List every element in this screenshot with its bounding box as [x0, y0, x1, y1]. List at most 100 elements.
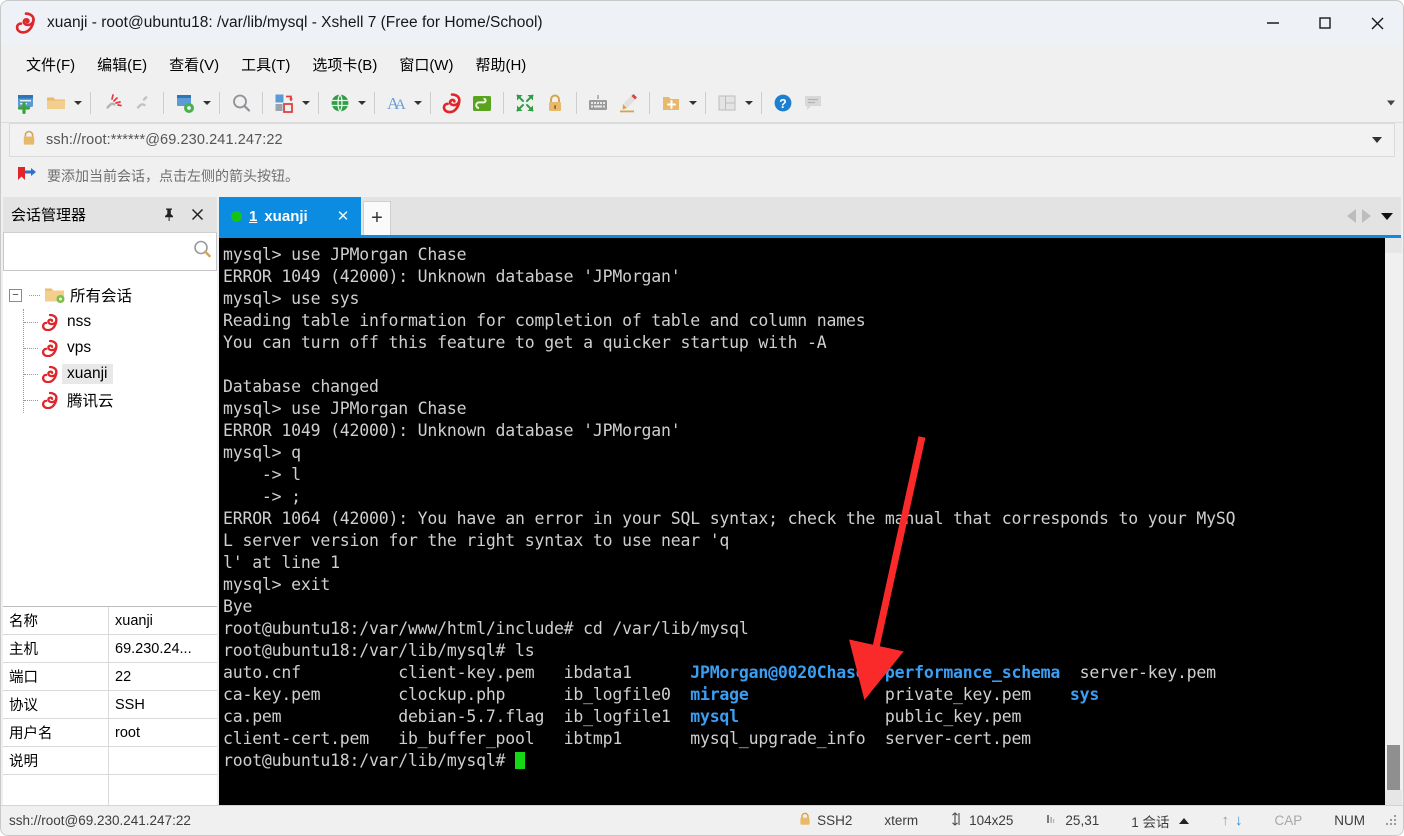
font-icon[interactable]: A A [381, 88, 411, 118]
highlight-icon[interactable] [613, 88, 643, 118]
scrollbar-thumb[interactable] [1387, 745, 1400, 791]
session-label: 腾讯云 [67, 393, 114, 410]
open-folder-icon[interactable] [41, 88, 71, 118]
menu-help[interactable]: 帮助(H) [466, 50, 535, 79]
folder-icon [44, 286, 66, 304]
lock-icon [22, 130, 36, 151]
file-transfer-dropdown-icon[interactable] [299, 88, 312, 118]
status-num-lock: NUM [1334, 813, 1365, 828]
layout-icon[interactable] [712, 88, 742, 118]
property-value: 22 [115, 668, 132, 685]
status-bar: ssh://root@69.230.241.247:22 SSH2 xterm [1, 805, 1403, 835]
add-note-dropdown-icon[interactable] [686, 88, 699, 118]
new-tab-button[interactable]: + [363, 201, 391, 235]
table-row-empty [3, 775, 217, 805]
property-value: root [115, 724, 140, 741]
terminal-line: -> ; [223, 486, 1384, 508]
lock-icon [799, 812, 811, 829]
font-dropdown-icon[interactable] [411, 88, 424, 118]
fullscreen-icon[interactable] [510, 88, 540, 118]
terminal-output: mysql> use JPMorgan Chase ERROR 1049 (420… [223, 244, 1384, 772]
find-icon[interactable] [226, 88, 256, 118]
menu-tabs[interactable]: 选项卡(B) [303, 50, 386, 79]
help-icon[interactable]: ? [768, 88, 798, 118]
pin-icon[interactable] [159, 205, 179, 225]
property-key-empty [3, 775, 109, 805]
status-terminal-type: xterm [884, 813, 919, 828]
add-session-arrow-icon[interactable] [17, 166, 37, 187]
tab-scroll-right-icon[interactable] [1362, 209, 1371, 223]
tab-xuanji[interactable]: 1 xuanji ✕ [219, 197, 361, 235]
keyboard-icon[interactable] [583, 88, 613, 118]
tree-root-all-sessions[interactable]: − 所有会话 [9, 281, 217, 309]
tree-connector [24, 347, 38, 349]
session-manager-actions [159, 205, 211, 225]
terminal-text: ERROR 1049 (42000): Unknown database 'JP… [223, 267, 681, 286]
reconnect-icon[interactable] [127, 88, 157, 118]
address-bar[interactable]: ssh://root:******@69.230.241.247:22 [9, 123, 1395, 157]
scroll-up-icon[interactable] [1385, 238, 1402, 253]
lock-icon[interactable] [540, 88, 570, 118]
table-row: 协议 SSH [3, 691, 217, 719]
scroll-down-icon[interactable] [1385, 790, 1402, 805]
close-button[interactable] [1351, 1, 1403, 45]
address-value: ssh://root:******@69.230.241.247:22 [46, 132, 283, 148]
file-transfer-icon[interactable] [269, 88, 299, 118]
add-note-icon[interactable] [656, 88, 686, 118]
terminal-text: mysql> use JPMorgan Chase [223, 399, 467, 418]
menu-edit[interactable]: 编辑(E) [88, 50, 156, 79]
menu-window[interactable]: 窗口(W) [390, 50, 462, 79]
chat-icon[interactable] [798, 88, 828, 118]
xshell-logo-icon [15, 12, 37, 34]
minimize-button[interactable] [1247, 1, 1299, 45]
terminal-screen[interactable]: mysql> use JPMorgan Chase ERROR 1049 (420… [219, 238, 1384, 805]
sidebar-item-nss[interactable]: nss [24, 309, 217, 335]
session-icon [40, 313, 60, 332]
table-row: 端口 22 [3, 663, 217, 691]
tab-list-dropdown-icon[interactable] [1381, 212, 1393, 220]
sidebar-item-xuanji[interactable]: xuanji [24, 361, 217, 387]
search-icon[interactable] [191, 238, 213, 265]
property-key: 主机 [3, 635, 109, 662]
terminal-text: Reading table information for completion… [223, 311, 866, 330]
terminal-line: You can turn off this feature to get a q… [223, 332, 1384, 354]
terminal-line: mysql> exit [223, 574, 1384, 596]
terminal-text: -> l [223, 465, 301, 484]
terminal-text: public_key.pem [738, 707, 1022, 726]
toolbar-separator [163, 91, 164, 114]
chevron-up-icon[interactable] [1179, 817, 1190, 824]
disconnect-icon[interactable] [97, 88, 127, 118]
session-search[interactable] [3, 233, 217, 271]
layout-dropdown-icon[interactable] [742, 88, 755, 118]
terminal-text: -> ; [223, 487, 301, 506]
globe-icon[interactable] [325, 88, 355, 118]
download-arrow-icon: ↓ [1234, 812, 1243, 829]
maximize-button[interactable] [1299, 1, 1351, 45]
menu-view[interactable]: 查看(V) [160, 50, 228, 79]
globe-dropdown-icon[interactable] [355, 88, 368, 118]
sidebar-item-vps[interactable]: vps [24, 335, 217, 361]
open-folder-dropdown-icon[interactable] [71, 88, 84, 118]
close-icon[interactable]: ✕ [334, 207, 352, 225]
panel-close-icon[interactable] [187, 205, 207, 225]
status-sessions: 1 会话 [1131, 814, 1170, 830]
session-properties-dropdown-icon[interactable] [200, 88, 213, 118]
new-session-icon[interactable] [11, 88, 41, 118]
menu-tools[interactable]: 工具(T) [232, 50, 299, 79]
toolbar-overflow-icon[interactable] [1387, 100, 1395, 105]
menu-file[interactable]: 文件(F) [17, 50, 84, 79]
session-icon [40, 391, 60, 410]
terminal-line: l' at line 1 [223, 552, 1384, 574]
session-properties-icon[interactable] [170, 88, 200, 118]
tab-scroll-left-icon[interactable] [1347, 209, 1356, 223]
sidebar-item-tencent-cloud[interactable]: 腾讯云 [24, 387, 217, 413]
xftp-icon[interactable] [467, 88, 497, 118]
address-dropdown-icon[interactable] [1372, 137, 1382, 143]
expander-icon[interactable]: − [9, 288, 22, 302]
terminal-scrollbar[interactable] [1384, 238, 1402, 805]
resize-grip-icon[interactable] [1385, 814, 1399, 828]
session-search-input[interactable] [10, 238, 191, 265]
status-sessions-cell[interactable]: 1 会话 [1115, 811, 1205, 831]
xshell-icon[interactable] [437, 88, 467, 118]
